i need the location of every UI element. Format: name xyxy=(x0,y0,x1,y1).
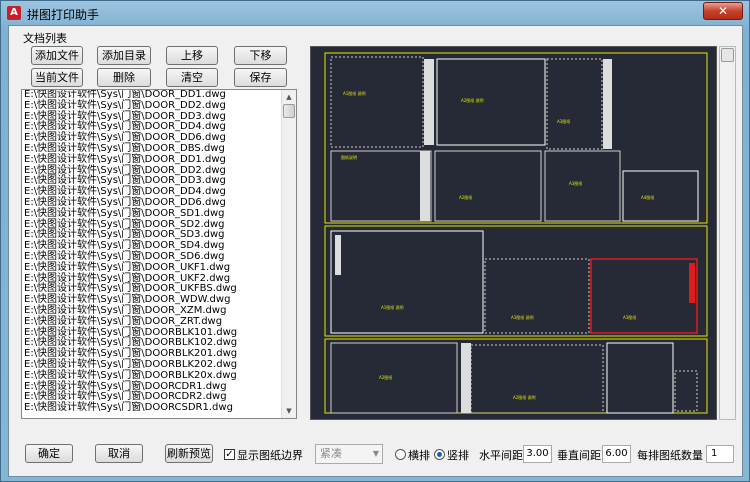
sheet-12 xyxy=(470,344,604,414)
sheet-9-note: A3图纸 说明 xyxy=(511,314,534,320)
sheet-10-selected xyxy=(590,258,698,334)
h-spacing-input[interactable]: 3.00 xyxy=(523,445,552,463)
preview-scroll-thumb[interactable] xyxy=(721,48,734,62)
list-item[interactable]: E:\快图设计软件\Sys\门窗\DOOR_ZRT.dwg xyxy=(24,316,282,328)
sheet-4-note: 图纸说明 xyxy=(341,154,357,160)
sheet-6-note: A3图纸 xyxy=(569,180,582,186)
sheet-6 xyxy=(544,150,621,222)
window-title: 拼图打印助手 xyxy=(27,8,100,22)
sheet-3-title-block xyxy=(603,59,612,149)
sheet-12-note: A2图纸 说明 xyxy=(513,394,536,400)
main-window: A 拼图打印助手 ✕ 文档列表 添加文件 添加目录 上移 下移 当前文件 删除 … xyxy=(0,0,750,482)
layout-mode-value: 紧凑 xyxy=(320,447,342,460)
sheet-1-title-block xyxy=(424,59,434,145)
client-area: 文档列表 添加文件 添加目录 上移 下移 当前文件 删除 清空 保存 E:\快图… xyxy=(8,25,743,477)
sheet-4 xyxy=(330,150,432,222)
sheet-12-title-block xyxy=(461,343,471,413)
sheet-10-note: A3图纸 xyxy=(623,314,636,320)
move-up-button[interactable]: 上移 xyxy=(166,46,218,65)
h-spacing-label: 水平间距 xyxy=(479,449,523,462)
save-button[interactable]: 保存 xyxy=(234,68,287,87)
list-item[interactable]: E:\快图设计软件\Sys\门窗\DOOR_SD1.dwg xyxy=(24,208,282,220)
sheet-2-note: A2图纸 说明 xyxy=(461,97,484,103)
list-item[interactable]: E:\快图设计软件\Sys\门窗\DOORBLK20x.dwg xyxy=(24,370,282,382)
sheet-2 xyxy=(436,58,546,146)
per-row-input[interactable]: 1 xyxy=(706,445,734,463)
sheet-3-note: A3图纸 xyxy=(557,118,570,124)
sheet-13 xyxy=(606,342,674,414)
sheet-8 xyxy=(330,230,484,334)
delete-button[interactable]: 删除 xyxy=(97,68,151,87)
close-button[interactable]: ✕ xyxy=(703,2,743,20)
file-listbox[interactable]: E:\快图设计软件\Sys\门窗\DOOR_DD1.dwg E:\快图设计软件\S… xyxy=(21,89,297,419)
sheet-7-note: A4图纸 xyxy=(641,194,654,200)
scroll-down-arrow-icon[interactable]: ▼ xyxy=(282,404,296,418)
preview-scrollbar[interactable] xyxy=(719,46,736,420)
horizontal-label: 横排 xyxy=(408,449,430,462)
list-item[interactable]: E:\快图设计软件\Sys\门窗\DOOR_DD2.dwg xyxy=(24,100,282,112)
sheet-1-note: A1图纸 说明 xyxy=(343,90,366,96)
show-border-checkbox[interactable]: ✓ xyxy=(224,449,235,460)
vertical-label: 竖排 xyxy=(447,449,469,462)
list-item[interactable]: E:\快图设计软件\Sys\门窗\DOORCSDR1.dwg xyxy=(24,402,282,414)
scroll-up-arrow-icon[interactable]: ▲ xyxy=(282,90,296,104)
sheet-5 xyxy=(434,150,542,222)
scroll-thumb[interactable] xyxy=(283,104,295,118)
ok-button[interactable]: 确定 xyxy=(25,444,73,463)
add-directory-button[interactable]: 添加目录 xyxy=(97,46,151,65)
cancel-button[interactable]: 取消 xyxy=(95,444,143,463)
add-file-button[interactable]: 添加文件 xyxy=(31,46,83,65)
horizontal-radio[interactable] xyxy=(395,449,406,460)
per-row-label: 每排图纸数量 xyxy=(637,449,703,462)
sheet-4-title-block xyxy=(420,151,430,221)
list-item[interactable]: E:\快图设计软件\Sys\门窗\DOOR_UKF1.dwg xyxy=(24,262,282,274)
layout-preview-canvas[interactable]: A1图纸 说明 A2图纸 说明 A3图纸 图纸说明 A2图纸 A3图纸 A4图纸… xyxy=(310,46,717,420)
clear-button[interactable]: 清空 xyxy=(166,68,218,87)
show-border-label: 显示图纸边界 xyxy=(237,449,303,462)
sheet-8-note: A1图纸 说明 xyxy=(381,304,404,310)
sheet-3 xyxy=(546,58,603,150)
current-file-button[interactable]: 当前文件 xyxy=(31,68,83,87)
sheet-11-note: A2图纸 xyxy=(379,374,392,380)
title-bar[interactable]: A 拼图打印助手 ✕ xyxy=(1,1,749,25)
app-logo-icon: A xyxy=(7,6,21,20)
sheet-7 xyxy=(622,170,699,222)
sheet-8-title-block xyxy=(335,235,341,275)
list-item[interactable]: E:\快图设计软件\Sys\门窗\DOOR_DD1.dwg xyxy=(24,154,282,166)
refresh-preview-button[interactable]: 刷新预览 xyxy=(165,444,213,463)
move-down-button[interactable]: 下移 xyxy=(234,46,287,65)
vertical-radio[interactable] xyxy=(434,449,445,460)
sheet-1 xyxy=(330,56,424,148)
layout-mode-combo[interactable]: 紧凑 ▼ xyxy=(315,444,383,464)
file-list: E:\快图设计软件\Sys\门窗\DOOR_DD1.dwg E:\快图设计软件\S… xyxy=(24,90,282,414)
v-spacing-label: 垂直间距 xyxy=(557,449,601,462)
sheet-9 xyxy=(484,258,590,334)
sheet-11 xyxy=(330,342,458,414)
chevron-down-icon: ▼ xyxy=(372,449,379,458)
sheet-14 xyxy=(674,370,698,412)
v-spacing-input[interactable]: 6.00 xyxy=(602,445,631,463)
sheet-10-title-block xyxy=(689,263,695,303)
sheet-5-note: A2图纸 xyxy=(459,194,472,200)
preview-drawing: A1图纸 说明 A2图纸 说明 A3图纸 图纸说明 A2图纸 A3图纸 A4图纸… xyxy=(324,52,708,414)
file-list-group-label: 文档列表 xyxy=(23,32,67,45)
file-list-scrollbar[interactable]: ▲ ▼ xyxy=(281,90,296,418)
bottom-bar: 确定 取消 刷新预览 ✓ 显示图纸边界 紧凑 ▼ 横排 竖排 水平间距 3.00… xyxy=(9,430,742,476)
